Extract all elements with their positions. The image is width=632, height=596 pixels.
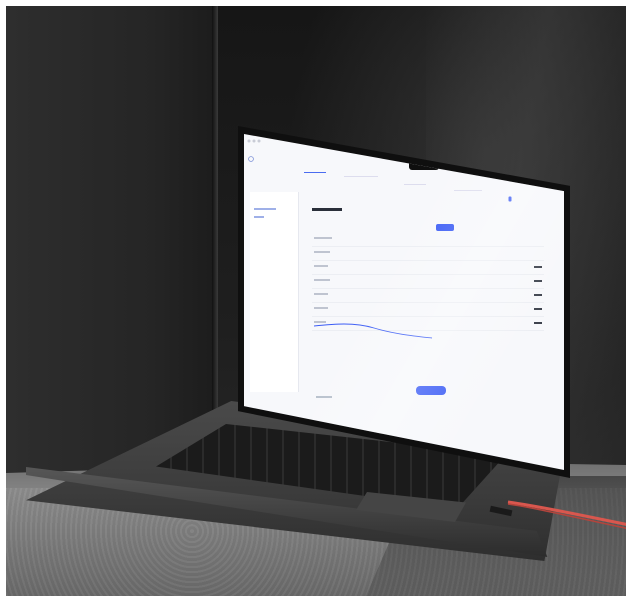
user-name[interactable] bbox=[514, 198, 554, 201]
tab-active[interactable] bbox=[304, 170, 326, 173]
row-label bbox=[314, 307, 328, 309]
row-label bbox=[314, 293, 328, 295]
primary-button[interactable] bbox=[416, 386, 446, 395]
row-label bbox=[314, 265, 328, 267]
row-label bbox=[314, 279, 330, 281]
logo-icon bbox=[248, 156, 254, 162]
charging-cable bbox=[507, 500, 626, 529]
sidebar-item[interactable] bbox=[254, 208, 276, 210]
row-amount bbox=[534, 266, 542, 268]
tab[interactable] bbox=[344, 176, 378, 177]
row-amount bbox=[534, 308, 542, 310]
row-label bbox=[314, 237, 332, 239]
sidebar-item[interactable] bbox=[254, 216, 264, 218]
footer-link[interactable] bbox=[316, 396, 332, 398]
tab[interactable] bbox=[404, 184, 426, 185]
sidebar bbox=[250, 192, 299, 392]
row-amount bbox=[534, 322, 542, 324]
wall-edge bbox=[212, 6, 218, 476]
window-controls bbox=[247, 139, 261, 143]
row-amount bbox=[534, 280, 542, 282]
photo bbox=[6, 6, 626, 596]
list-row[interactable] bbox=[312, 248, 544, 261]
list-row[interactable] bbox=[312, 234, 544, 247]
trend-line bbox=[314, 323, 433, 339]
row-amount bbox=[534, 294, 542, 296]
toggle-option-selected[interactable] bbox=[436, 224, 454, 231]
concrete-wall bbox=[6, 6, 216, 476]
list-row[interactable] bbox=[312, 276, 544, 289]
row-label bbox=[314, 251, 330, 253]
panel-title-bar bbox=[312, 208, 342, 211]
list-row[interactable] bbox=[312, 262, 544, 275]
toggle-option[interactable] bbox=[418, 224, 436, 231]
list-row[interactable] bbox=[312, 290, 544, 303]
tab[interactable] bbox=[454, 190, 482, 191]
toggle-switch[interactable] bbox=[418, 224, 454, 231]
user-icon bbox=[508, 196, 512, 202]
